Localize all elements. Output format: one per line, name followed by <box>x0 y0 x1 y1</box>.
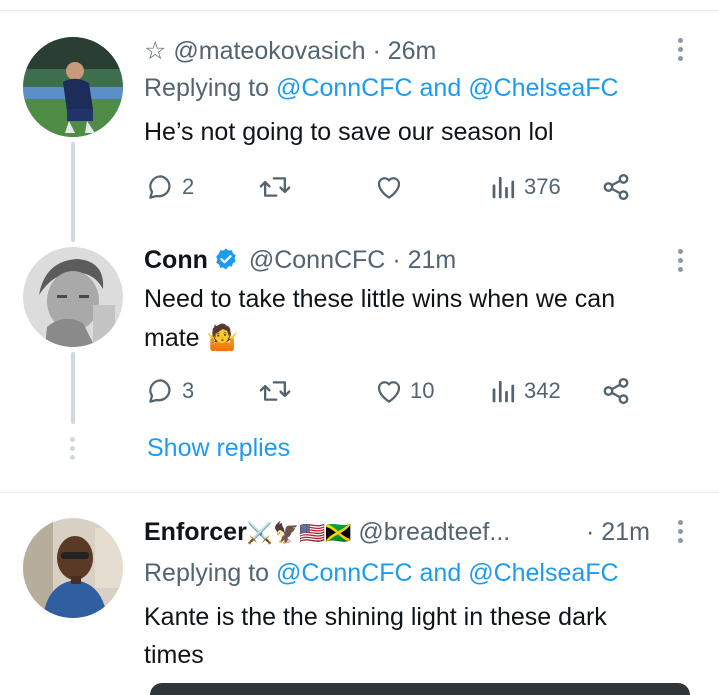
avatar-image <box>23 518 123 618</box>
like-icon <box>377 381 401 403</box>
reply-count: 3 <box>182 378 195 403</box>
thread-line-2 <box>71 352 75 424</box>
views-count: 376 <box>524 174 561 199</box>
views-count: 342 <box>524 378 561 403</box>
mention-and[interactable]: and <box>420 74 462 102</box>
star-glyph: ☆ <box>144 37 167 65</box>
avatar-conncfc[interactable] <box>23 247 123 347</box>
like-count: 10 <box>410 378 435 403</box>
like-button[interactable]: 10 <box>374 376 434 406</box>
mention-conncfc[interactable]: @ConnCFC <box>276 74 413 102</box>
tweet-2-time[interactable]: 21m <box>408 246 457 274</box>
tweet-1-replying: Replying to @ConnCFC and @ChelseaFC <box>144 74 619 103</box>
tweet-3-header: Enforcer⚔️🦅🇺🇸🇯🇲 @breadteef... <box>144 518 510 547</box>
like-button[interactable] <box>374 172 410 202</box>
like-icon <box>377 177 401 199</box>
reply-icon <box>149 379 171 403</box>
reply-button[interactable]: 2 <box>146 172 194 202</box>
retweet-icon <box>259 177 291 197</box>
avatar-image <box>23 37 123 137</box>
tweet-1-handle[interactable]: @mateokovasich <box>173 37 365 65</box>
tweet-3-text-line1: Kante is the the shining light in these … <box>144 603 607 631</box>
share-icon <box>603 173 629 201</box>
views-button[interactable]: 376 <box>490 172 561 202</box>
separator-dot: · <box>372 37 381 65</box>
tweet-3-handle[interactable]: @breadteef... <box>358 518 510 546</box>
tweet-3-time[interactable]: 21m <box>601 518 650 546</box>
views-icon <box>492 176 515 199</box>
share-button[interactable] <box>601 376 631 406</box>
more-icon[interactable] <box>678 38 684 65</box>
tweet-2-header: Conn @ConnCFC · 21m <box>144 246 456 275</box>
tweet-2-name[interactable]: Conn <box>144 246 208 274</box>
tweet-3-replying: Replying to @ConnCFC and @ChelseaFC <box>144 559 619 588</box>
verified-badge-icon <box>216 248 236 270</box>
tweet-2-text-line2: mate 🤷 <box>144 324 238 352</box>
tweet-1-text: He’s not going to save our season lol <box>144 118 554 146</box>
retweet-icon <box>259 381 291 401</box>
separator-dot: · <box>586 518 595 546</box>
replying-to-label: Replying to <box>144 559 270 587</box>
tweet-1-header: ☆ @mateokovasich · 26m <box>144 36 436 66</box>
retweet-button[interactable] <box>259 376 297 406</box>
share-button[interactable] <box>601 172 631 202</box>
tweet-3-text-line2: times <box>144 641 204 669</box>
views-icon <box>492 380 515 403</box>
mention-conncfc[interactable]: @ConnCFC <box>276 559 413 587</box>
tweet-1-time[interactable]: 26m <box>388 37 437 65</box>
reply-count: 2 <box>182 174 195 199</box>
tweet-2-text-line1: Need to take these little wins when we c… <box>144 285 616 313</box>
thread-dots <box>70 437 76 464</box>
name-emojis: ⚔️🦅🇺🇸🇯🇲 <box>246 522 352 545</box>
thread-line-1 <box>71 142 75 242</box>
section-divider <box>0 492 719 493</box>
share-icon <box>603 377 629 405</box>
avatar-breadteef[interactable] <box>23 518 123 618</box>
tweet-3-time-group: · 21m <box>586 518 650 547</box>
tweet-3-name[interactable]: Enforcer <box>144 518 247 546</box>
replying-to-label: Replying to <box>144 74 270 102</box>
mention-and[interactable]: and <box>420 559 462 587</box>
top-divider <box>0 10 719 11</box>
avatar-mateokovasich[interactable] <box>23 37 123 137</box>
show-replies-link[interactable]: Show replies <box>147 434 290 463</box>
more-icon[interactable] <box>678 249 684 276</box>
tweet-2-handle[interactable]: @ConnCFC <box>249 246 386 274</box>
reply-icon <box>149 175 171 199</box>
retweet-button[interactable] <box>259 172 297 202</box>
views-button[interactable]: 342 <box>490 376 561 406</box>
avatar-image <box>23 247 123 347</box>
separator-dot: · <box>392 246 401 274</box>
reply-button[interactable]: 3 <box>146 376 194 406</box>
media-preview[interactable] <box>150 683 690 695</box>
mention-chelseafc[interactable]: @ChelseaFC <box>468 559 618 587</box>
more-icon[interactable] <box>678 520 684 547</box>
mention-chelseafc[interactable]: @ChelseaFC <box>468 74 618 102</box>
